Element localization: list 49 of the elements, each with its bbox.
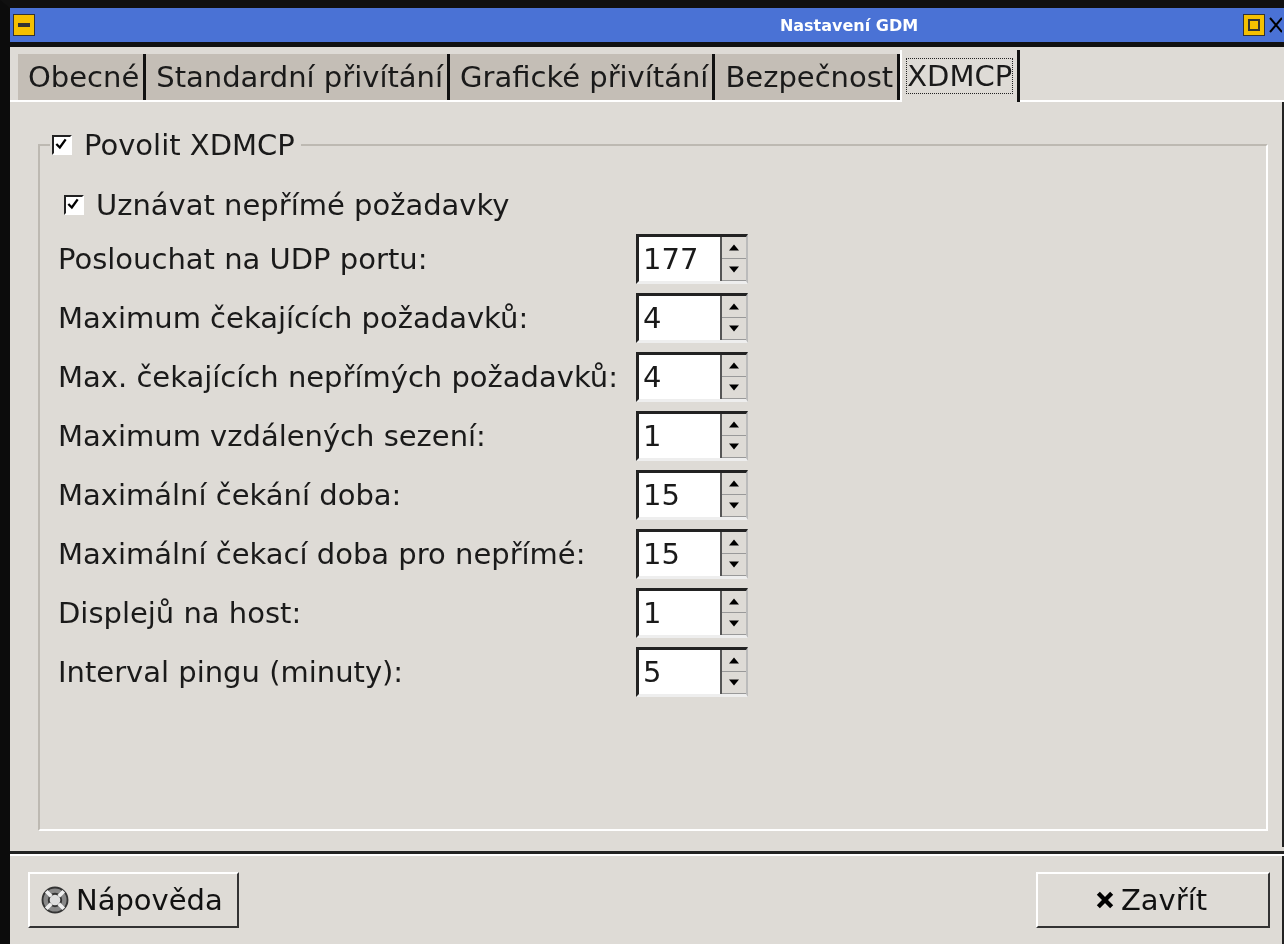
lifebuoy-icon (40, 885, 70, 915)
down-arrow-icon[interactable] (729, 325, 739, 332)
tab[interactable]: Grafické přivítání (450, 54, 716, 100)
down-arrow-icon[interactable] (729, 620, 739, 627)
spin-field[interactable]: 4 (636, 293, 748, 343)
tab[interactable]: XDMCP (900, 50, 1021, 102)
down-arrow-icon[interactable] (729, 679, 739, 686)
field-label: Displejů na host: (58, 596, 303, 630)
spin-field[interactable]: 15 (636, 470, 748, 520)
field-label: Interval pingu (minuty): (58, 655, 405, 689)
up-arrow-icon[interactable] (729, 303, 739, 310)
window-title: Nastavení GDM (778, 15, 920, 35)
up-arrow-icon[interactable] (729, 480, 739, 487)
field-label: Maximum vzdálených sezení: (58, 419, 487, 453)
tab[interactable]: Standardní přivítání (146, 54, 451, 100)
minimize-icon[interactable] (13, 14, 35, 36)
down-arrow-icon[interactable] (729, 561, 739, 568)
checkbox[interactable] (52, 135, 72, 155)
spin-field[interactable]: 15 (636, 529, 748, 579)
help-button[interactable]: Nápověda (28, 872, 239, 928)
spin-field[interactable]: 4 (636, 352, 748, 402)
close-icon[interactable] (1268, 15, 1282, 35)
field-label: Poslouchat na UDP portu: (58, 242, 429, 276)
checkbox-label[interactable]: Uznávat nepřímé požadavky (96, 188, 510, 222)
down-arrow-icon[interactable] (729, 384, 739, 391)
field-label: Maximální čekací doba pro nepřímé: (58, 537, 587, 571)
down-arrow-icon[interactable] (729, 266, 739, 273)
checkbox[interactable] (64, 195, 84, 215)
tab[interactable]: Obecné (18, 54, 147, 100)
spin-field[interactable]: 5 (636, 647, 748, 697)
tab[interactable]: Bezpečnost (715, 54, 901, 100)
field-label: Maximum čekajících požadavků: (58, 301, 530, 335)
field-label: Maximální čekání doba: (58, 478, 403, 512)
up-arrow-icon[interactable] (729, 362, 739, 369)
checkbox-label[interactable]: Povolit XDMCP (84, 128, 295, 162)
close-icon (1094, 890, 1115, 910)
field-label: Max. čekajících nepřímých požadavků: (58, 360, 619, 394)
down-arrow-icon[interactable] (729, 443, 739, 450)
spin-field[interactable]: 1 (636, 411, 748, 461)
down-arrow-icon[interactable] (729, 502, 739, 509)
up-arrow-icon[interactable] (729, 244, 739, 251)
up-arrow-icon[interactable] (729, 657, 739, 664)
spin-field[interactable]: 177 (636, 234, 748, 284)
spin-field[interactable]: 1 (636, 588, 748, 638)
up-arrow-icon[interactable] (729, 421, 739, 428)
up-arrow-icon[interactable] (729, 539, 739, 546)
maximize-icon[interactable] (1243, 14, 1265, 36)
up-arrow-icon[interactable] (729, 598, 739, 605)
close-button[interactable]: Zavřít (1036, 872, 1270, 928)
